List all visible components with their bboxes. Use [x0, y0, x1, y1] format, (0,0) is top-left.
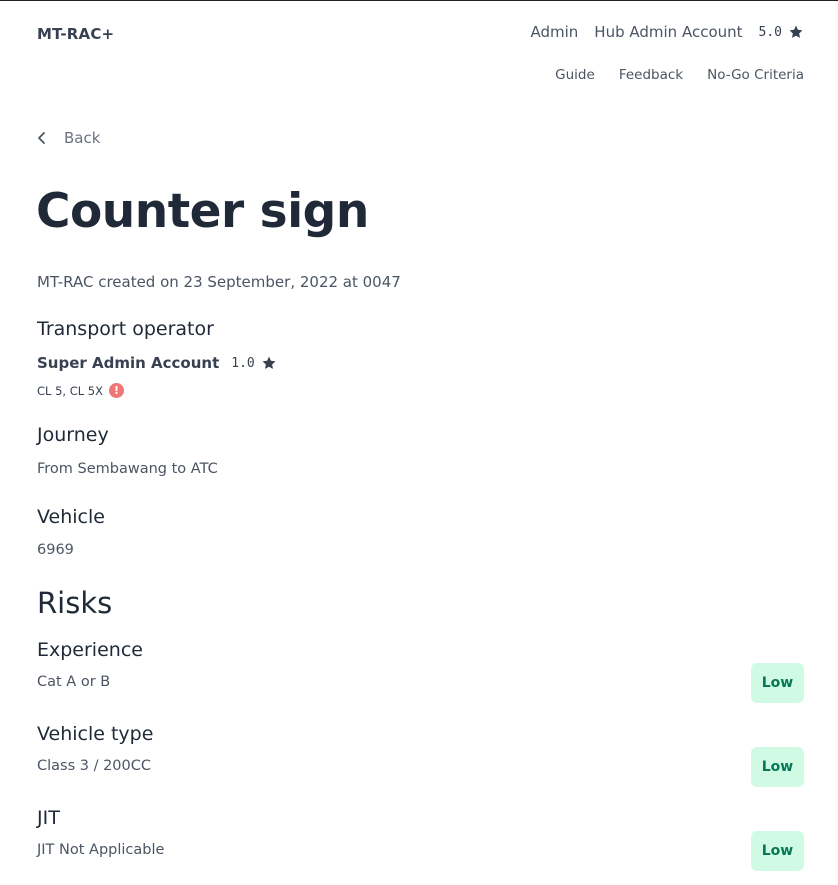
- back-link[interactable]: Back: [37, 129, 100, 147]
- vehicle-value: 6969: [37, 542, 74, 558]
- role-label[interactable]: Admin: [530, 23, 578, 41]
- nav-guide[interactable]: Guide: [555, 67, 595, 83]
- secondary-nav: Guide Feedback No-Go Criteria: [555, 67, 804, 83]
- nav-feedback[interactable]: Feedback: [619, 67, 683, 83]
- risk-experience-title: Experience: [37, 639, 143, 661]
- chevron-left-icon: [37, 131, 47, 145]
- journey-heading: Journey: [37, 424, 109, 446]
- licence-classes: CL 5, CL 5X: [37, 383, 104, 398]
- operator-rating: 1.0: [231, 355, 276, 371]
- account-name[interactable]: Hub Admin Account: [594, 23, 742, 41]
- transport-operator-heading: Transport operator: [37, 318, 214, 340]
- operator-name-row: Super Admin Account 1.0: [37, 354, 277, 372]
- star-icon: [261, 355, 277, 371]
- risk-level-badge: Low: [751, 831, 804, 871]
- account-rating: 5.0: [759, 24, 804, 40]
- operator-name: Super Admin Account: [37, 354, 220, 372]
- journey-value: From Sembawang to ATC: [37, 461, 218, 477]
- account-rating-value: 5.0: [758, 24, 782, 40]
- risk-level-badge: Low: [751, 747, 804, 787]
- back-label: Back: [64, 129, 101, 147]
- operator-rating-value: 1.0: [231, 355, 255, 371]
- risk-vehicle-type-value: Class 3 / 200CC: [37, 758, 152, 774]
- vehicle-heading: Vehicle: [37, 506, 105, 528]
- risk-experience-value: Cat A or B: [37, 674, 111, 690]
- page-title: Counter sign: [36, 184, 369, 239]
- nav-no-go-criteria[interactable]: No-Go Criteria: [707, 67, 804, 83]
- top-nav: Admin Hub Admin Account 5.0: [530, 23, 804, 41]
- star-icon: [788, 24, 804, 40]
- risks-heading: Risks: [37, 586, 113, 620]
- risk-jit-value: JIT Not Applicable: [37, 842, 165, 858]
- operator-licences: CL 5, CL 5X !: [37, 383, 125, 398]
- risk-level-badge: Low: [751, 663, 804, 703]
- warning-icon[interactable]: !: [109, 383, 125, 398]
- created-text: MT-RAC created on 23 September, 2022 at …: [37, 273, 401, 291]
- app-brand[interactable]: MT-RAC+: [37, 25, 114, 43]
- risk-jit-title: JIT: [37, 807, 60, 829]
- risk-vehicle-type-title: Vehicle type: [37, 723, 154, 745]
